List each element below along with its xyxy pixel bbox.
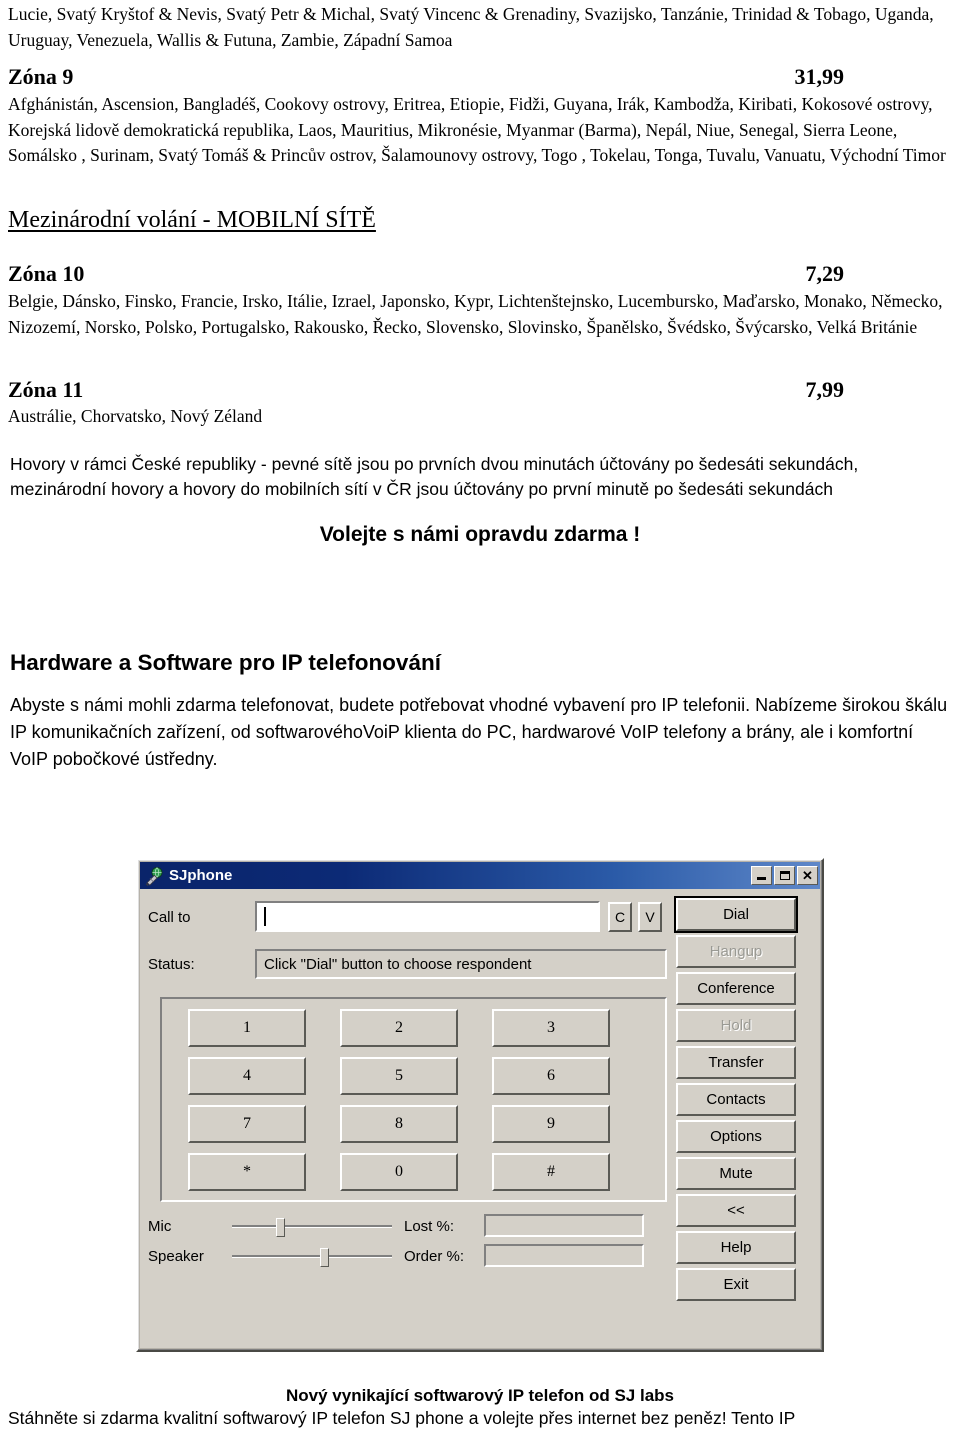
hardware-software-heading: Hardware a Software pro IP telefonování xyxy=(10,650,441,675)
hangup-button: Hangup xyxy=(676,935,796,968)
keypad-key-star[interactable]: * xyxy=(188,1153,306,1191)
hold-button: Hold xyxy=(676,1009,796,1042)
sjphone-window-title: SJphone xyxy=(169,867,233,884)
order-percent-label: Order %: xyxy=(404,1248,465,1265)
keypad-key-8[interactable]: 8 xyxy=(340,1105,458,1143)
maximize-glyph xyxy=(779,871,790,880)
footer-heading: Nový vynikající softwarový IP telefon od… xyxy=(286,1386,674,1405)
keypad-group: 1 2 3 4 5 6 7 8 9 * 0 # xyxy=(160,997,667,1202)
paste-button[interactable]: V xyxy=(638,902,662,932)
status-label: Status: xyxy=(148,956,195,973)
mic-slider-track xyxy=(232,1225,392,1228)
zone-11-price: 7,99 xyxy=(805,377,845,402)
keypad-key-3[interactable]: 3 xyxy=(492,1009,610,1047)
mute-button[interactable]: Mute xyxy=(676,1157,796,1190)
zone-9-name: Zóna 9 xyxy=(8,64,74,89)
zone-11-name: Zóna 11 xyxy=(8,377,84,402)
lost-percent-label: Lost %: xyxy=(404,1218,455,1235)
action-button-column: Dial Hangup Conference Hold Transfer Con… xyxy=(674,896,798,1301)
options-button[interactable]: Options xyxy=(676,1120,796,1153)
zone-9-countries: Afghánistán, Ascension, Bangladéš, Cooko… xyxy=(8,94,946,165)
keypad-key-hash[interactable]: # xyxy=(492,1153,610,1191)
speaker-slider[interactable] xyxy=(232,1246,392,1268)
zone-11-countries: Austrálie, Chorvatsko, Nový Zéland xyxy=(8,406,263,426)
free-call-slogan: Volejte s námi opravdu zdarma ! xyxy=(319,523,641,546)
zone-row-9: Zóna 9 31,99 xyxy=(8,62,952,92)
continued-country-list: Lucie, Svatý Kryštof & Nevis, Svatý Petr… xyxy=(8,4,934,50)
status-value-field: Click "Dial" button to choose respondent xyxy=(255,949,667,979)
keypad-key-1[interactable]: 1 xyxy=(188,1009,306,1047)
keypad-key-9[interactable]: 9 xyxy=(492,1105,610,1143)
dial-button[interactable]: Dial xyxy=(674,896,798,933)
exit-button[interactable]: Exit xyxy=(676,1268,796,1301)
lost-percent-field xyxy=(484,1214,644,1237)
keypad-key-2[interactable]: 2 xyxy=(340,1009,458,1047)
keypad-key-5[interactable]: 5 xyxy=(340,1057,458,1095)
keypad-key-7[interactable]: 7 xyxy=(188,1105,306,1143)
collapse-button[interactable]: << xyxy=(676,1194,796,1227)
sjphone-client-area: Call to C V Status: Click "Dial" button … xyxy=(142,892,818,1348)
window-controls: ✕ xyxy=(751,866,818,885)
mic-label: Mic xyxy=(148,1218,172,1235)
help-button[interactable]: Help xyxy=(676,1231,796,1264)
order-percent-value xyxy=(486,1246,490,1262)
sjphone-window[interactable]: SJphone ✕ Call to C V Status: Click "Dia… xyxy=(136,858,824,1352)
zone-10-name: Zóna 10 xyxy=(8,261,85,286)
lost-percent-value xyxy=(486,1216,490,1232)
copy-button[interactable]: C xyxy=(608,902,632,932)
speaker-slider-thumb[interactable] xyxy=(320,1248,329,1267)
order-percent-field xyxy=(484,1244,644,1267)
call-to-label: Call to xyxy=(148,909,191,926)
mic-slider-thumb[interactable] xyxy=(276,1218,285,1237)
minimize-glyph xyxy=(757,877,766,880)
text-caret xyxy=(264,907,266,926)
conference-button[interactable]: Conference xyxy=(676,972,796,1005)
keypad-key-4[interactable]: 4 xyxy=(188,1057,306,1095)
zone-10-price: 7,29 xyxy=(805,261,845,286)
keypad-key-0[interactable]: 0 xyxy=(340,1153,458,1191)
phone-globe-icon xyxy=(144,866,164,886)
zone-10-countries: Belgie, Dánsko, Finsko, Francie, Irsko, … xyxy=(8,291,943,337)
speaker-slider-track xyxy=(232,1255,392,1258)
zone-row-10: Zóna 10 7,29 xyxy=(8,259,952,289)
keypad-key-6[interactable]: 6 xyxy=(492,1057,610,1095)
contacts-button[interactable]: Contacts xyxy=(676,1083,796,1116)
mobile-networks-heading: Mezinárodní volání - MOBILNÍ SÍTĚ xyxy=(8,207,376,233)
zone-9-price: 31,99 xyxy=(794,64,845,89)
close-icon[interactable]: ✕ xyxy=(797,866,818,885)
mic-slider[interactable] xyxy=(232,1216,392,1238)
footer-paragraph: Stáhněte si zdarma kvalitní softwarový I… xyxy=(8,1408,796,1428)
speaker-label: Speaker xyxy=(148,1248,204,1265)
billing-note: Hovory v rámci České republiky - pevné s… xyxy=(10,454,859,499)
maximize-icon[interactable] xyxy=(774,866,795,885)
call-to-input[interactable] xyxy=(255,901,600,932)
sjphone-titlebar[interactable]: SJphone ✕ xyxy=(140,862,820,889)
hardware-software-paragraph: Abyste s námi mohli zdarma telefonovat, … xyxy=(10,695,948,769)
transfer-button[interactable]: Transfer xyxy=(676,1046,796,1079)
minimize-icon[interactable] xyxy=(751,866,772,885)
keypad-grid: 1 2 3 4 5 6 7 8 9 * 0 # xyxy=(188,1009,643,1191)
zone-row-11: Zóna 11 7,99 xyxy=(8,375,952,405)
